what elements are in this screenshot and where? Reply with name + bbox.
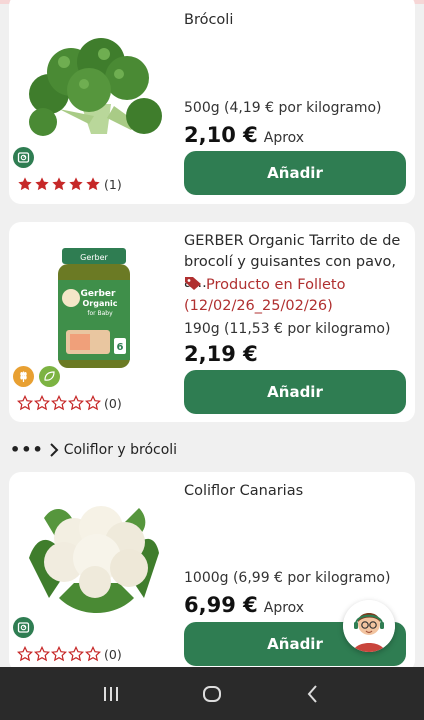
- system-nav-bar: [0, 667, 424, 720]
- organic-leaf-icon: [39, 366, 60, 387]
- product-price: 6,99 €: [184, 593, 258, 617]
- jar-lid-brand: Gerber: [80, 253, 108, 262]
- rating: (0): [17, 395, 122, 411]
- price-row: 2,19 €: [184, 342, 258, 366]
- breadcrumb[interactable]: ••• Coliflor y brócoli: [10, 440, 177, 459]
- star-empty-icon: [68, 646, 84, 662]
- add-to-cart-button[interactable]: Añadir: [184, 151, 406, 195]
- product-card[interactable]: Gerber Gerber Organic for Baby 6 GERBER …: [9, 222, 415, 422]
- wheat-free-icon: [13, 366, 34, 387]
- rating-count: (0): [104, 395, 122, 411]
- product-price: 2,19 €: [184, 342, 258, 366]
- star-empty-icon: [51, 646, 67, 662]
- product-image-gerber-jar[interactable]: Gerber Gerber Organic for Baby 6: [54, 246, 134, 371]
- rating-count: (0): [104, 646, 122, 662]
- add-to-cart-button[interactable]: Añadir: [184, 370, 406, 414]
- product-title[interactable]: Brócoli: [184, 10, 409, 31]
- rating-count: (1): [104, 176, 122, 192]
- approx-label: Aprox: [263, 130, 305, 146]
- rating: (0): [17, 646, 122, 662]
- star-filled-icon: [52, 177, 66, 191]
- star-empty-icon: [34, 395, 50, 411]
- star-empty-icon: [17, 646, 33, 662]
- star-filled-icon: [18, 177, 32, 191]
- approx-label: Aprox: [263, 600, 305, 616]
- star-empty-icon: [85, 395, 101, 411]
- tag-icon: [185, 277, 201, 290]
- chevron-right-icon: [49, 442, 59, 457]
- more-dots-icon[interactable]: •••: [10, 440, 44, 459]
- price-row: 6,99 € Aprox: [184, 593, 304, 617]
- star-filled-icon: [35, 177, 49, 191]
- product-title[interactable]: Coliflor Canarias: [184, 481, 409, 502]
- star-empty-icon: [68, 395, 84, 411]
- star-empty-icon: [85, 646, 101, 662]
- price-row: 2,10 € Aprox: [184, 123, 304, 147]
- product-card[interactable]: Brócoli 500g (4,19 € por kilogramo) 2,10…: [9, 0, 415, 204]
- star-filled-icon: [86, 177, 100, 191]
- promo-text: Producto en Folleto: [206, 277, 346, 293]
- scale-icon: [13, 147, 34, 168]
- scale-icon: [13, 617, 34, 638]
- product-image-cauliflower[interactable]: [19, 498, 169, 618]
- promo-dates: (12/02/26_25/02/26): [184, 298, 333, 314]
- jar-label-line3: for Baby: [87, 310, 113, 317]
- assistant-avatar-icon: [343, 600, 395, 652]
- product-weight: 500g (4,19 € por kilogramo): [184, 100, 382, 116]
- jar-label-line2: Organic: [82, 299, 117, 308]
- promo-label[interactable]: Producto en Folleto: [184, 275, 404, 296]
- star-empty-icon: [51, 395, 67, 411]
- assistant-avatar-button[interactable]: [343, 600, 395, 652]
- star-empty-icon: [17, 395, 33, 411]
- product-image-broccoli[interactable]: [19, 34, 169, 144]
- jar-age-badge: 6: [117, 342, 124, 353]
- star-filled-icon: [69, 177, 83, 191]
- star-empty-icon: [34, 646, 50, 662]
- jar-label-line1: Gerber: [81, 289, 116, 299]
- back-icon[interactable]: [301, 682, 325, 706]
- product-weight: 1000g (6,99 € por kilogramo): [184, 570, 391, 586]
- breadcrumb-current[interactable]: Coliflor y brócoli: [64, 442, 177, 458]
- home-icon[interactable]: [200, 682, 224, 706]
- rating: (1): [17, 176, 122, 192]
- product-weight: 190g (11,53 € por kilogramo): [184, 321, 391, 337]
- recent-apps-icon[interactable]: [99, 682, 123, 706]
- product-price: 2,10 €: [184, 123, 258, 147]
